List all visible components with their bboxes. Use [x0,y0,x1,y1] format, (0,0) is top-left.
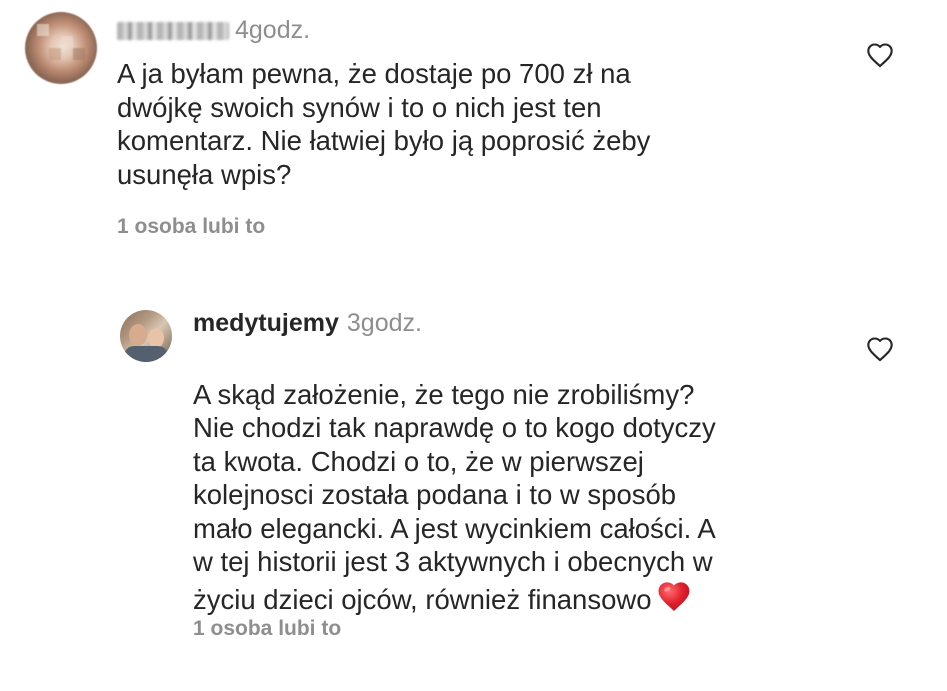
heart-outline-icon[interactable] [866,42,894,68]
red-heart-emoji [658,581,689,611]
comment-2-username[interactable]: medytujemy [193,309,339,337]
heart-outline-icon[interactable] [866,336,894,362]
comment-2-meta: medytujemy 3godz. [193,308,422,338]
profile-photo-avatar[interactable] [120,310,172,362]
comment-1-likes[interactable]: 1 osoba lubi to [117,215,265,239]
comment-1-meta: 4godz. [117,15,310,45]
blurred-avatar[interactable] [25,12,97,84]
comment-1-time: 4godz. [235,16,311,44]
comment-2-text: A skąd założenie, że tego nie zrobiliśmy… [193,378,716,615]
avatar-shirt [124,346,168,362]
blurred-username[interactable] [117,22,229,41]
comment-2-likes[interactable]: 1 osoba lubi to [193,617,341,641]
avatar-face-2 [148,328,164,348]
comment-2-time: 3godz. [346,309,422,337]
avatar-face-1 [129,324,147,346]
comment-2-text-block: A skąd założenie, że tego nie zrobiliśmy… [193,344,853,616]
comment-1-text: A ja byłam pewna, że dostaje po 700 zł n… [117,58,651,190]
